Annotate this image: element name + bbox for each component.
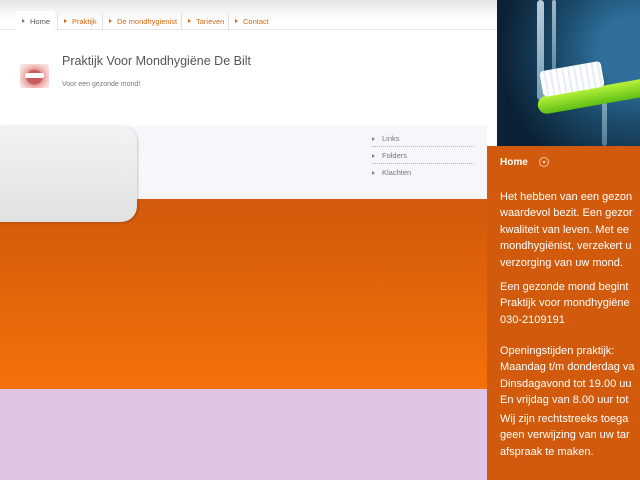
paragraph-line: verzorging van uw mond. xyxy=(500,256,623,269)
arrow-right-icon xyxy=(372,137,375,141)
paragraph-line: Wij zijn rechtstreeks toega xyxy=(500,413,629,425)
paragraph-line: geen verwijzing van uw tar xyxy=(500,429,630,442)
side-link-label: Klachten xyxy=(382,168,412,177)
site-logo[interactable] xyxy=(20,64,49,88)
nav-item-praktijk[interactable]: Praktijk xyxy=(57,13,97,30)
paragraph-line: Een gezonde mond begint xyxy=(500,281,629,293)
paragraph-line: Praktijk voor mondhygiëne xyxy=(500,297,630,310)
nav-item-contact[interactable]: Contact xyxy=(228,13,269,30)
water-stream xyxy=(552,0,556,70)
home-content-panel: Home Het hebben van een gezon waardevol … xyxy=(487,146,640,480)
arrow-right-icon xyxy=(188,19,191,23)
paragraph-line: afspraak te maken. xyxy=(500,445,594,458)
side-link-label: Links xyxy=(382,134,400,143)
paragraph-line: En vrijdag van 8.00 uur tot xyxy=(500,394,629,407)
paragraph-line: waardevol bezit. Een gezor xyxy=(500,207,633,220)
paragraph-line: mondhygiënist, verzekert u xyxy=(500,240,632,253)
side-link-klachten[interactable]: Klachten xyxy=(372,165,474,181)
arrow-right-icon xyxy=(372,171,375,175)
nav-item-label: Home xyxy=(30,17,51,26)
panel-title: Home xyxy=(500,157,528,168)
orange-band xyxy=(0,199,497,389)
nav-item-de-mondhygienist[interactable]: De mondhygienist xyxy=(102,13,177,30)
nav-item-label: Praktijk xyxy=(72,17,97,26)
side-link-label: Folders xyxy=(382,151,408,160)
sub-panel-tab xyxy=(0,125,137,222)
nav-item-label: Tarieven xyxy=(196,17,225,26)
nav-item-tarieven[interactable]: Tarieven xyxy=(181,13,224,30)
paragraph-line: Maandag t/m donderdag va xyxy=(500,361,635,374)
site-title: Praktijk Voor Mondhygiëne De Bilt xyxy=(62,54,251,68)
arrow-right-icon xyxy=(372,154,375,158)
toothbrush-photo xyxy=(497,0,640,146)
arrow-right-icon xyxy=(109,19,112,23)
lower-band xyxy=(0,389,497,480)
nav-item-label: Contact xyxy=(243,17,269,26)
arrow-right-icon xyxy=(22,19,25,23)
arrow-right-icon xyxy=(64,19,67,23)
paragraph-line: kwaliteit van leven. Met ee xyxy=(500,223,630,236)
arrow-right-icon xyxy=(235,19,238,23)
paragraph-line: Openingstijden praktijk: xyxy=(500,345,615,357)
nav-item-home[interactable]: Home xyxy=(16,11,55,30)
side-link-links[interactable]: Links xyxy=(372,131,474,147)
nav-item-label: De mondhygienist xyxy=(117,17,178,26)
side-link-folders[interactable]: Folders xyxy=(372,148,474,164)
site-tagline: Voor een gezonde mond! xyxy=(62,81,141,88)
paragraph-line: Dinsdagavond tot 19.00 uu xyxy=(500,377,632,390)
paragraph-line: Het hebben van een gezon xyxy=(500,191,633,203)
chevron-down-icon[interactable] xyxy=(539,157,549,167)
phone-number: 030-2109191 xyxy=(500,313,565,326)
top-navigation: Home Praktijk De mondhygienist Tarieven … xyxy=(0,0,497,30)
